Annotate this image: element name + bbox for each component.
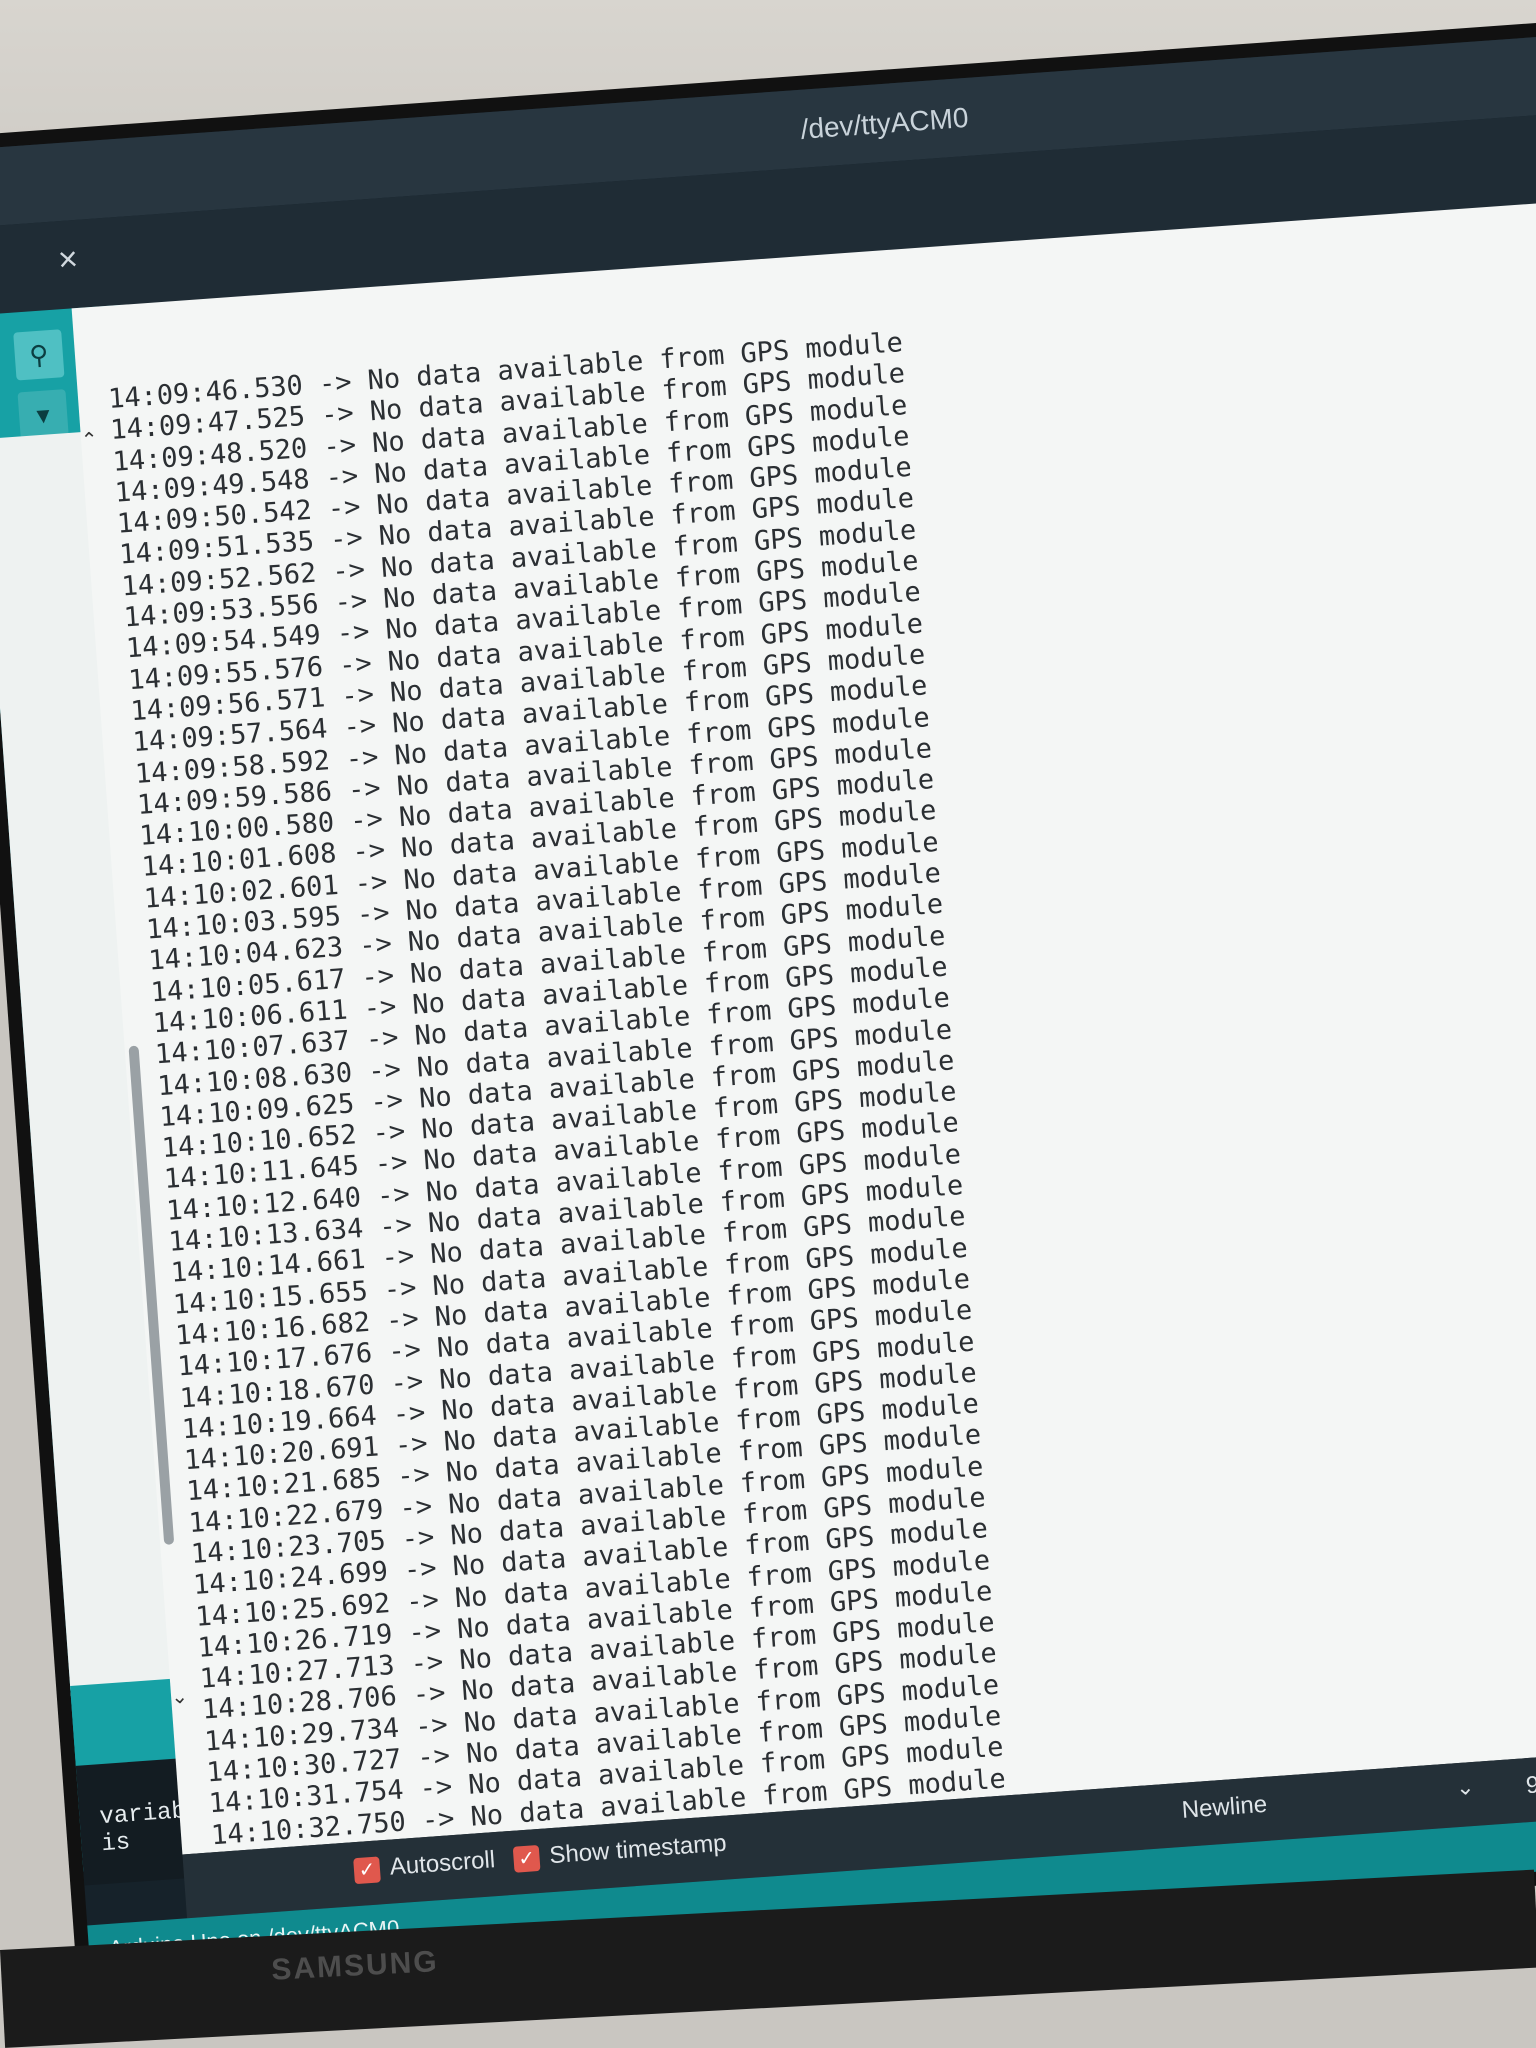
serial-monitor-window: /dev/ttyACM0 × ⚲ ▾ variables. Maximum is…	[0, 32, 1536, 2007]
magnifier-icon[interactable]: ⚲	[13, 329, 65, 381]
baud-rate-select[interactable]: 9600 baud	[1525, 1764, 1536, 1800]
chevron-down-icon[interactable]: ⌄	[1455, 1774, 1475, 1801]
scroll-down-icon[interactable]: ⌄	[170, 1684, 189, 1710]
serial-log: 14:09:46.530 -> No data available from G…	[107, 327, 1018, 2007]
autoscroll-checkbox[interactable]: ✓	[353, 1856, 381, 1885]
scroll-up-icon[interactable]: ⌃	[80, 427, 99, 453]
show-timestamp-checkbox[interactable]: ✓	[512, 1844, 541, 1873]
show-timestamp-label: Show timestamp	[548, 1829, 728, 1870]
autoscroll-label: Autoscroll	[388, 1846, 496, 1881]
close-icon[interactable]: ×	[57, 240, 80, 280]
line-ending-select[interactable]: Newline	[1181, 1791, 1268, 1825]
serial-output[interactable]: ⌃ ⌄ 14:09:46.530 -> No data available fr…	[71, 196, 1536, 2007]
window-title: /dev/ttyACM0	[799, 101, 970, 145]
monitor-brand: SAMSUNG	[270, 1945, 440, 1987]
